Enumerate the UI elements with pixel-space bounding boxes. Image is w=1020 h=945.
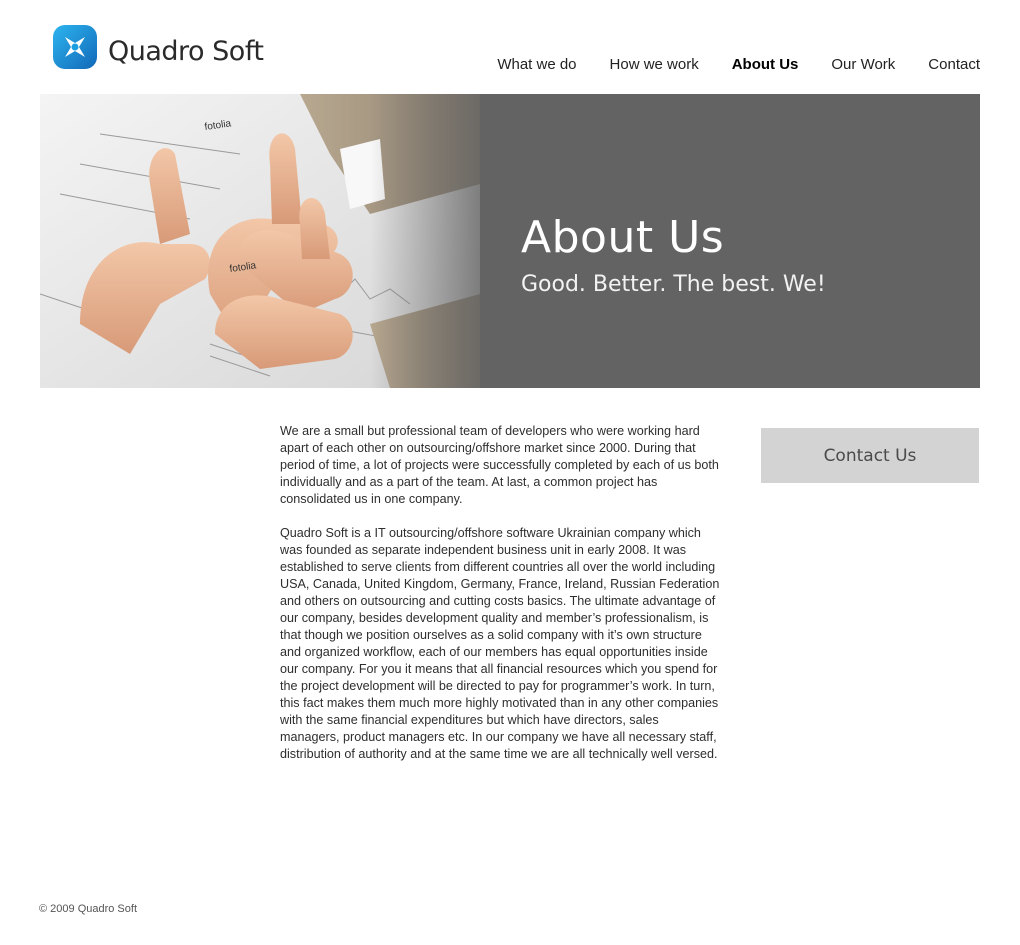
banner-title: About Us: [521, 212, 725, 263]
logo-text: Quadro Soft: [108, 35, 264, 67]
about-paragraph-2: Quadro Soft is a IT outsourcing/offshore…: [280, 526, 720, 761]
banner-fade: [370, 94, 510, 388]
quadro-soft-logo-icon: [53, 25, 97, 69]
about-content: We are a small but professional team of …: [280, 423, 720, 780]
contact-us-button[interactable]: Contact Us: [761, 428, 979, 483]
about-paragraph-1: We are a small but professional team of …: [280, 424, 719, 506]
nav-how-we-work[interactable]: How we work: [610, 56, 699, 73]
hero-banner: fotolia fotolia About Us Good. Better. T…: [40, 94, 980, 388]
nav-contact[interactable]: Contact: [928, 56, 980, 73]
nav-what-we-do[interactable]: What we do: [497, 56, 576, 73]
nav-our-work[interactable]: Our Work: [831, 56, 895, 73]
footer-copyright: © 2009 Quadro Soft: [39, 903, 138, 915]
banner-subtitle: Good. Better. The best. We!: [521, 272, 826, 297]
main-nav: What we do How we work About Us Our Work…: [464, 56, 980, 73]
nav-about-us[interactable]: About Us: [732, 56, 799, 73]
logo[interactable]: Quadro Soft: [50, 22, 264, 72]
